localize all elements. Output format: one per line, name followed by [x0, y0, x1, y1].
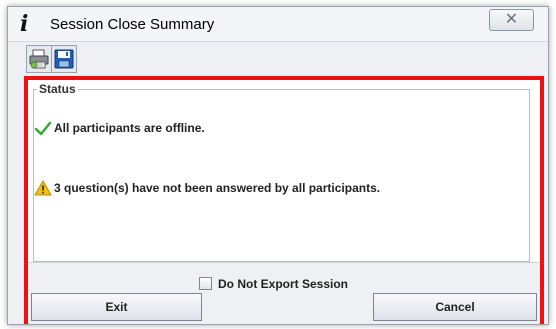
dialog-footer: Do Not Export Session Exit Cancel [28, 262, 540, 324]
check-icon [34, 121, 52, 136]
do-not-export-option[interactable]: Do Not Export Session [199, 276, 348, 291]
status-item-offline: All participants are offline. [34, 120, 205, 136]
session-close-summary-dialog: i Session Close Summary ✕ Status All par… [7, 6, 549, 325]
status-legend: Status [37, 82, 78, 96]
toolbar [26, 45, 226, 73]
floppy-disk-icon [54, 49, 74, 69]
status-item-text: 3 question(s) have not been answered by … [54, 181, 381, 195]
highlighted-content-frame: Status All participants are offline. 3 q… [24, 76, 544, 324]
save-button[interactable] [51, 45, 77, 73]
window-title: Session Close Summary [50, 16, 215, 33]
cancel-button[interactable]: Cancel [373, 293, 537, 321]
status-item-unanswered: 3 question(s) have not been answered by … [34, 180, 380, 196]
close-icon: ✕ [504, 9, 519, 28]
print-button[interactable] [26, 45, 52, 73]
do-not-export-checkbox[interactable] [199, 277, 212, 291]
do-not-export-label: Do Not Export Session [218, 276, 349, 291]
info-icon: i [20, 11, 29, 37]
title-bar: i Session Close Summary ✕ [8, 7, 548, 42]
warning-icon [34, 180, 52, 196]
close-button[interactable]: ✕ [489, 9, 534, 31]
status-item-text: All participants are offline. [54, 121, 205, 135]
exit-button[interactable]: Exit [31, 293, 202, 321]
status-group: Status All participants are offline. 3 q… [33, 82, 530, 262]
printer-icon [29, 49, 49, 69]
